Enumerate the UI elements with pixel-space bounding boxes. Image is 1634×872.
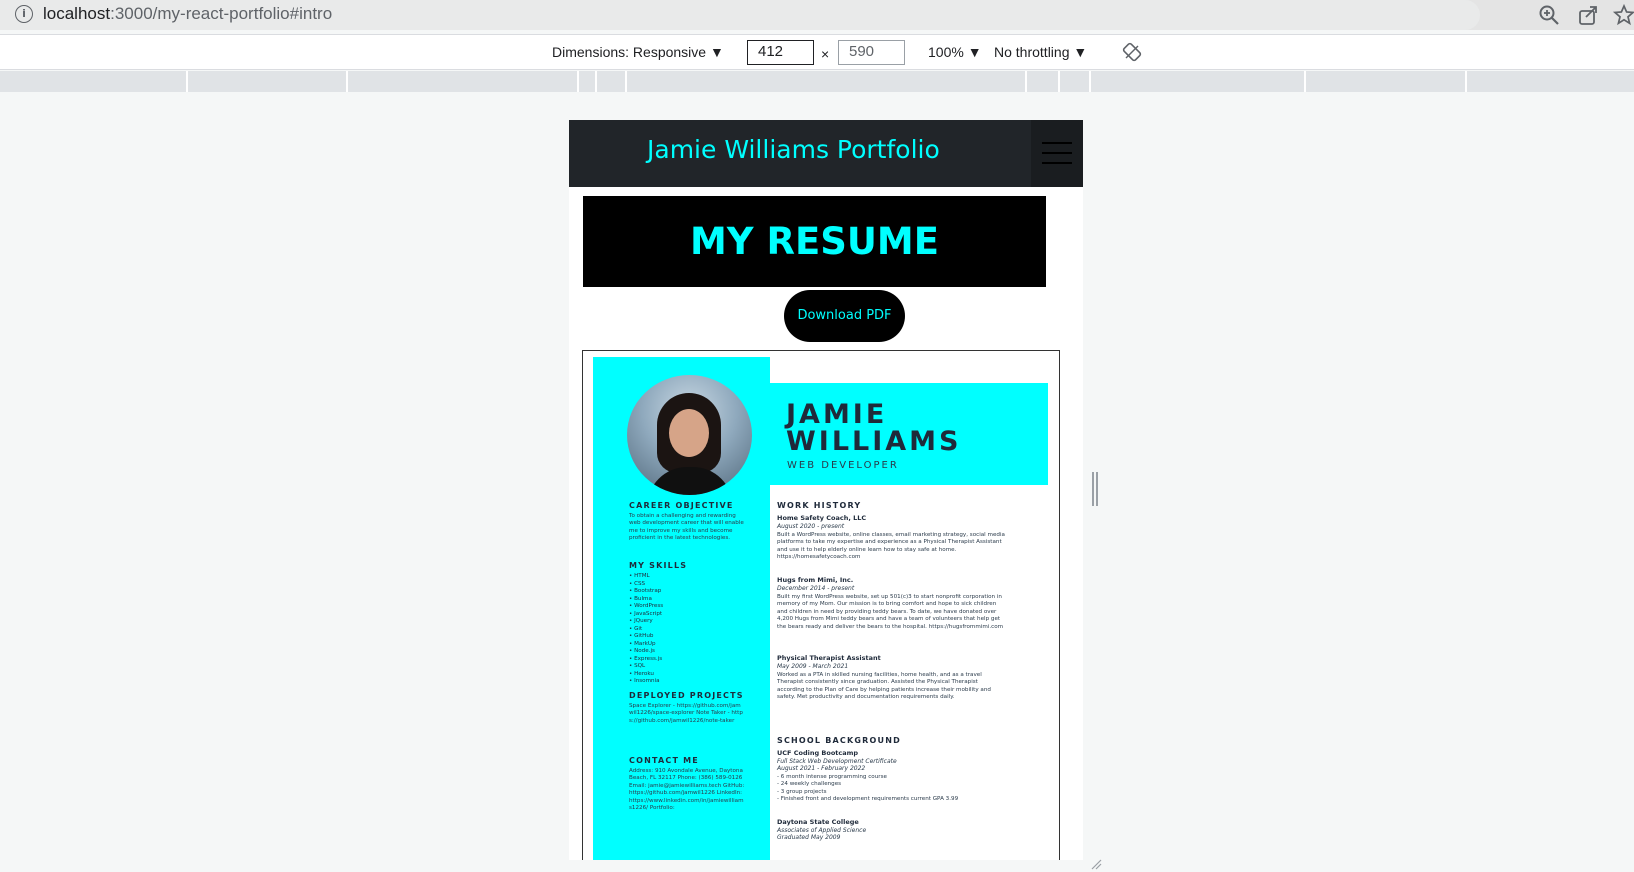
- navbar-brand[interactable]: Jamie Williams Portfolio: [647, 135, 940, 164]
- media-query-segment[interactable]: [1025, 71, 1027, 92]
- resume-banner: MY RESUME: [583, 196, 1046, 287]
- job2-title: Hugs from Mimi, Inc.: [777, 576, 854, 584]
- skill-item: Express.js: [629, 656, 663, 664]
- corner-resize-icon[interactable]: [1090, 858, 1102, 870]
- skill-item: Bootstrap: [629, 588, 663, 596]
- url-path: :3000/my-react-portfolio#intro: [110, 4, 333, 23]
- share-icon[interactable]: [1576, 3, 1600, 27]
- job2-text: Built my first WordPress website, set up…: [777, 594, 1004, 630]
- school2-title: Daytona State College: [777, 818, 859, 826]
- school2-cert: Associates of Applied Science: [777, 827, 867, 834]
- skills-list: HTML CSS Bootstrap Bulma WordPress JavaS…: [629, 573, 663, 686]
- throttling-dropdown[interactable]: No throttling ▼: [994, 44, 1087, 60]
- skills-heading: MY SKILLS: [629, 561, 688, 570]
- photo-body: [647, 467, 733, 495]
- url-text[interactable]: localhost:3000/my-react-portfolio#intro: [43, 4, 332, 24]
- skill-item: CSS: [629, 581, 663, 589]
- school1-dates: August 2021 - February 2022: [777, 765, 866, 772]
- download-pdf-button[interactable]: Download PDF: [784, 290, 905, 342]
- school1-points: - 6 month intense programming course - 2…: [777, 774, 1007, 804]
- menu-toggle-button[interactable]: [1031, 120, 1083, 187]
- zoom-icon[interactable]: [1537, 3, 1561, 27]
- resume-name-line2: WILLIAMS: [786, 426, 962, 457]
- skill-item: Heroku: [629, 671, 663, 679]
- skill-item: GitHub: [629, 633, 663, 641]
- dimensions-dropdown[interactable]: Dimensions: Responsive ▼: [552, 44, 724, 60]
- media-query-segment[interactable]: [346, 71, 348, 92]
- navbar: Jamie Williams Portfolio: [569, 120, 1083, 187]
- school1-point: - 6 month intense programming course: [777, 774, 887, 780]
- skill-item: Bulma: [629, 596, 663, 604]
- job3-text: Worked as a PTA in skilled nursing facil…: [777, 672, 991, 701]
- skill-item: JQuery: [629, 618, 663, 626]
- height-input[interactable]: 590: [838, 40, 905, 65]
- media-query-segment[interactable]: [1304, 71, 1306, 92]
- resume-role: WEB DEVELOPER: [787, 460, 899, 471]
- job1-title: Home Safety Coach, LLC: [777, 514, 867, 522]
- side-resize-handle[interactable]: [1092, 472, 1098, 506]
- job1-dates: August 2020 - present: [777, 523, 845, 530]
- skill-item: Git: [629, 626, 663, 634]
- rotate-icon[interactable]: [1122, 42, 1142, 62]
- device-viewport: Jamie Williams Portfolio MY RESUME Downl…: [569, 120, 1083, 860]
- projects-text: Space Explorer - https://github.com/jamw…: [629, 703, 743, 724]
- school1-point: - 3 group projects: [777, 788, 827, 795]
- skill-item: JavaScript: [629, 611, 663, 619]
- school-heading: SCHOOL BACKGROUND: [777, 736, 901, 745]
- media-query-segment[interactable]: [1089, 71, 1091, 92]
- job3-title: Physical Therapist Assistant: [777, 654, 881, 662]
- hamburger-line: [1042, 142, 1072, 144]
- times-sign: ×: [821, 46, 830, 62]
- job3-dates: May 2009 - March 2021: [777, 663, 849, 670]
- career-heading: CAREER OBJECTIVE: [629, 501, 734, 510]
- skill-item: Insomnia: [629, 678, 663, 686]
- hamburger-line: [1042, 162, 1072, 164]
- width-input[interactable]: 412: [747, 40, 814, 65]
- media-query-segment[interactable]: [625, 71, 627, 92]
- resume-name: JAMIE WILLIAMS: [786, 401, 962, 455]
- skill-item: Node.js: [629, 648, 663, 656]
- zoom-dropdown[interactable]: 100% ▼: [928, 44, 982, 60]
- url-host: localhost: [43, 4, 111, 23]
- url-field[interactable]: i localhost:3000/my-react-portfolio#intr…: [0, 0, 1480, 30]
- skill-item: SQL: [629, 663, 663, 671]
- hamburger-line: [1042, 152, 1072, 154]
- school1-point: - 24 weekly challenges: [777, 781, 842, 788]
- projects-heading: DEPLOYED PROJECTS: [629, 691, 744, 700]
- media-query-segment[interactable]: [186, 71, 188, 92]
- skill-item: HTML: [629, 573, 663, 581]
- media-query-segment[interactable]: [1058, 71, 1060, 92]
- school1-cert: Full Stack Web Development Certificate: [777, 758, 897, 765]
- contact-text: Address: 910 Avondale Avenue, Daytona Be…: [629, 768, 745, 812]
- resume-document: JAMIE WILLIAMS WEB DEVELOPER CAREER OBJEC…: [582, 350, 1060, 860]
- device-toolbar: Dimensions: Responsive ▼ 412 × 590 100% …: [0, 34, 1634, 70]
- browser-address-bar: i localhost:3000/my-react-portfolio#intr…: [0, 0, 1634, 30]
- site-info-icon[interactable]: i: [15, 5, 33, 23]
- work-heading: WORK HISTORY: [777, 501, 862, 510]
- skill-item: WordPress: [629, 603, 663, 611]
- job2-dates: December 2014 - present: [777, 585, 855, 592]
- media-query-segment[interactable]: [1465, 71, 1467, 92]
- media-query-segment[interactable]: [577, 71, 579, 92]
- job1-text: Built a WordPress website, online classe…: [777, 532, 1005, 561]
- school1-title: UCF Coding Bootcamp: [777, 749, 859, 757]
- school1-point: - Finished front and development require…: [777, 796, 959, 803]
- photo-face: [669, 409, 709, 457]
- contact-heading: CONTACT ME: [629, 756, 699, 765]
- resume-title: MY RESUME: [689, 220, 940, 263]
- media-query-bar[interactable]: [0, 71, 1634, 92]
- school2-dates: Graduated May 2009: [777, 834, 841, 841]
- media-query-segment[interactable]: [595, 71, 597, 92]
- profile-photo: [627, 375, 752, 495]
- career-text: To obtain a challenging and rewarding we…: [629, 513, 744, 542]
- bookmark-star-icon[interactable]: [1612, 3, 1634, 27]
- skill-item: MarkUp: [629, 641, 663, 649]
